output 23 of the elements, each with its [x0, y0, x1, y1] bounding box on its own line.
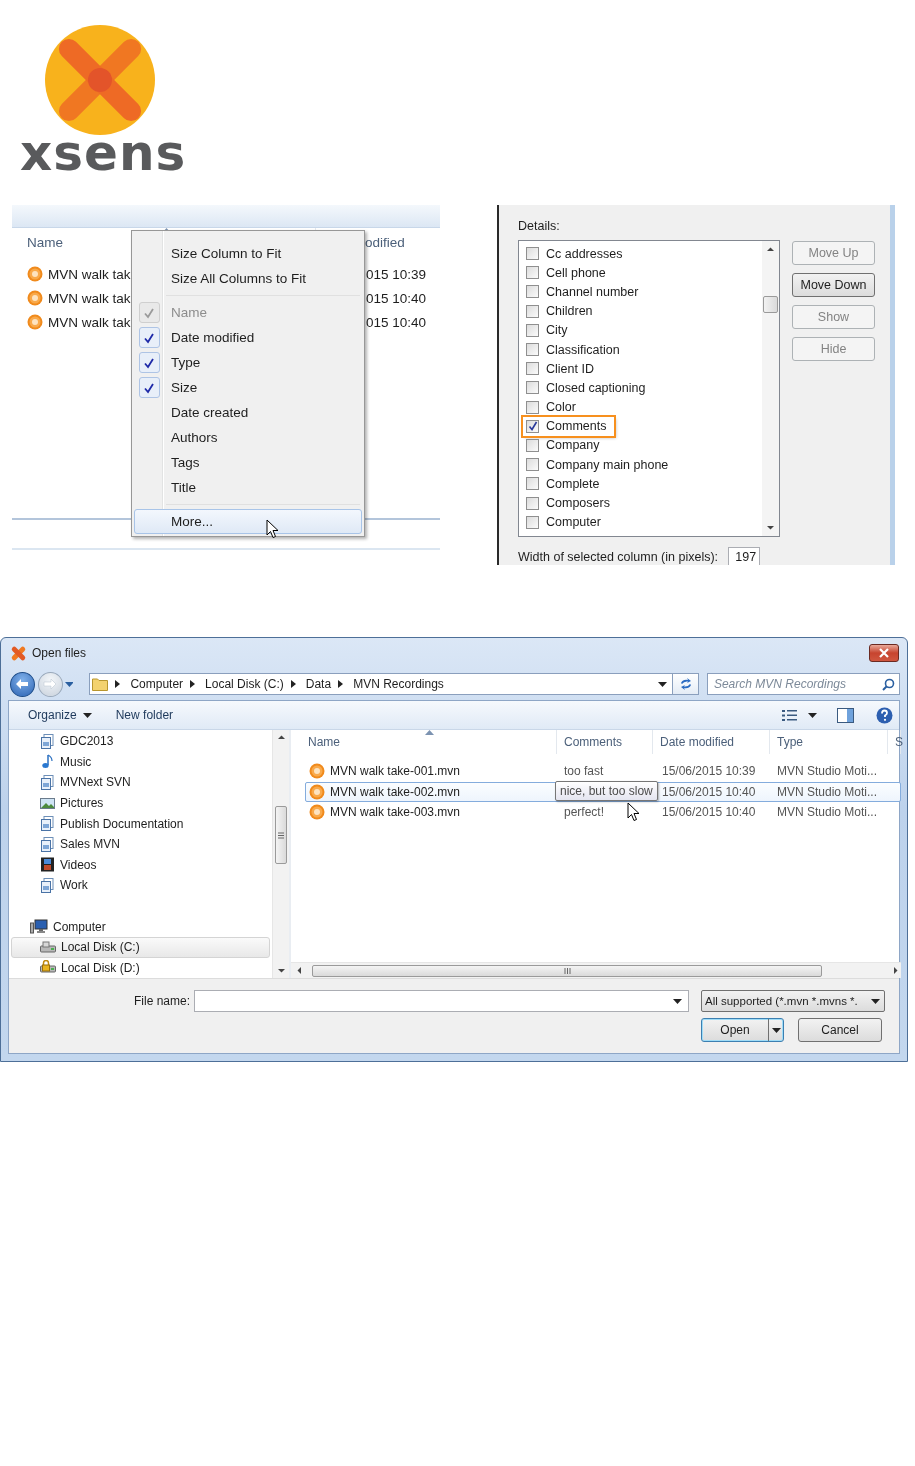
comment-cell: too fast	[564, 764, 604, 779]
tooltip: nice, but too slow	[555, 781, 658, 801]
type-cell-text: MVN Studio Moti...	[776, 805, 879, 820]
field-label: File name:	[132, 994, 190, 1008]
date-cell: 015 10:40	[366, 314, 427, 330]
file-name: MVN walk tak	[48, 314, 131, 330]
field-label: Width of selected column (in pixels):	[518, 550, 719, 564]
date-cell-text: 15/06/2015 10:40	[661, 805, 757, 820]
type-cell-text: MVN Studio Moti...	[776, 764, 879, 779]
file-name: MVN walk tak	[48, 290, 131, 306]
window-title: Open files	[32, 646, 87, 660]
logo-wordmark: xsens	[20, 128, 187, 178]
file-name: MVN walk take-002.mvn	[330, 784, 461, 799]
date-cell-text: 15/06/2015 10:39	[661, 764, 757, 779]
type-cell-text: MVN Studio Moti...	[776, 784, 879, 799]
date-cell-text: 15/06/2015 10:40	[661, 784, 757, 799]
field-label: Details:	[518, 219, 560, 234]
comment-cell: perfect!	[564, 805, 605, 820]
date-cell: 015 10:40	[366, 290, 427, 306]
file-name: MVN walk take-001.mvn	[330, 764, 461, 779]
date-cell: 015 10:39	[366, 266, 427, 282]
file-name: MVN walk tak	[48, 266, 131, 282]
file-name: MVN walk take-003.mvn	[330, 805, 461, 820]
